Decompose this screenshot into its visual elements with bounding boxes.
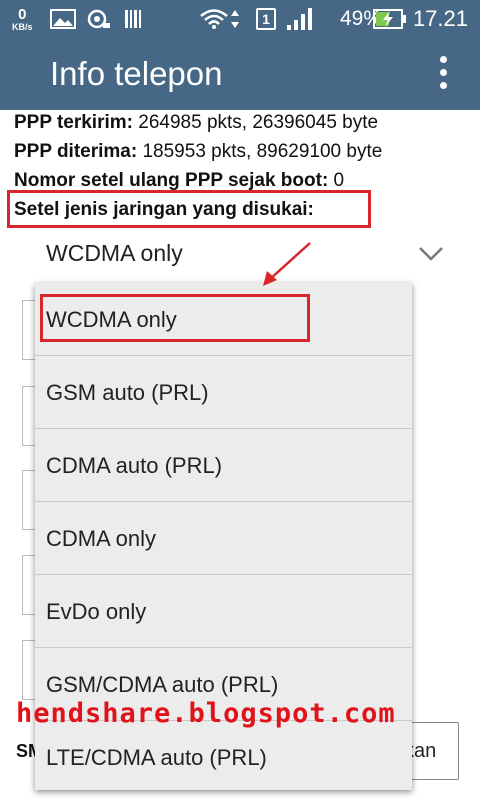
ppp-sent-row: PPP terkirim: 264985 pkts, 26396045 byte: [14, 112, 378, 134]
ppp-received-label: PPP diterima:: [14, 141, 138, 162]
ppp-reset-label: Nomor setel ulang PPP sejak boot:: [14, 170, 329, 191]
dropdown-option-label: CDMA only: [46, 526, 157, 551]
ppp-received-row: PPP diterima: 185953 pkts, 89629100 byte: [14, 141, 382, 163]
app-bar: Info telepon: [0, 38, 480, 110]
dropdown-option-cdma-only[interactable]: CDMA only: [35, 502, 412, 575]
dropdown-option-lte-cdma-auto-prl[interactable]: LTE/CDMA auto (PRL): [35, 721, 412, 790]
status-time: 17.21: [412, 6, 468, 31]
battery-charging-icon: [373, 9, 406, 29]
dropdown-option-label: GSM auto (PRL): [46, 380, 209, 405]
wcdma-option-highlight: [40, 294, 310, 342]
network-speed-unit: KB/s: [12, 21, 33, 32]
sim-slot-number: 1: [262, 11, 270, 27]
screen-record-icon: [87, 9, 110, 29]
gallery-icon: [50, 9, 76, 29]
ppp-received-value: 185953 pkts, 89629100 byte: [137, 141, 383, 162]
wifi-icon: [200, 9, 228, 29]
dropdown-option-label: EvDo only: [46, 599, 147, 624]
watermark: hendshare.blogspot.com: [16, 698, 396, 729]
overflow-menu-icon[interactable]: [440, 56, 448, 92]
page-title: Info telepon: [50, 55, 223, 92]
preferred-network-highlight: [7, 190, 371, 228]
chevron-down-icon: [419, 247, 443, 261]
data-transfer-icon: [231, 10, 239, 28]
ppp-sent-label: PPP terkirim:: [14, 112, 133, 133]
dropdown-option-gsm-auto-prl[interactable]: GSM auto (PRL): [35, 356, 412, 429]
dropdown-option-label: GSM/CDMA auto (PRL): [46, 672, 279, 697]
network-speed-value: 0: [18, 5, 27, 23]
network-type-selected: WCDMA only: [46, 240, 183, 266]
dropdown-option-cdma-auto-prl[interactable]: CDMA auto (PRL): [35, 429, 412, 502]
annotation-arrow-icon: [263, 242, 311, 286]
sim-slot-icon: 1: [256, 8, 276, 30]
barcode-icon: [125, 10, 141, 28]
network-speed: 0 KB/s: [12, 0, 33, 38]
status-bar: 0 KB/s 1 49% 17.21: [0, 0, 480, 38]
ppp-reset-value: 0: [328, 170, 345, 191]
signal-strength-icon: [287, 8, 312, 30]
dropdown-option-label: CDMA auto (PRL): [46, 453, 223, 478]
dropdown-option-evdo-only[interactable]: EvDo only: [35, 575, 412, 648]
ppp-reset-row: Nomor setel ulang PPP sejak boot: 0: [14, 170, 344, 192]
dropdown-option-label: LTE/CDMA auto (PRL): [46, 745, 267, 770]
ppp-sent-value: 264985 pkts, 26396045 byte: [132, 112, 379, 133]
